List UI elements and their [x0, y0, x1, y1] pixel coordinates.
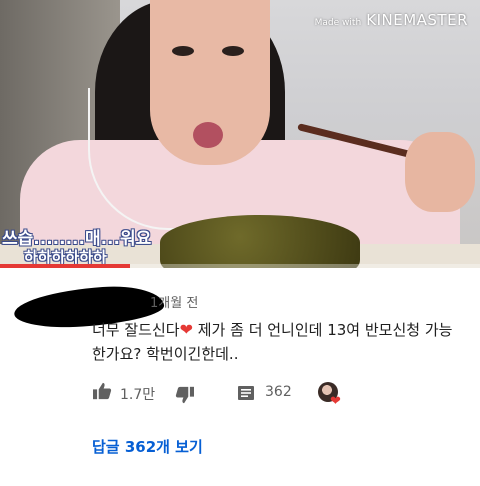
video-player[interactable]: Made with KINEMASTER 쓰습........매...워요 하하… — [0, 0, 480, 268]
heart-emoji-icon: ❤ — [179, 320, 193, 339]
like-count: 1.7만 — [120, 387, 156, 403]
creator-heart-icon: ❤ — [330, 394, 341, 409]
comment-item: 1개월 전 너무 잘드신다❤ 제가 좀 더 언니인데 13여 반모신청 가능한가… — [0, 268, 480, 486]
video-person-eye — [172, 46, 194, 56]
watermark-brand: KINEMASTER — [366, 11, 468, 29]
thumbs-down-icon[interactable] — [175, 386, 195, 404]
comment-text: 너무 잘드신다❤ 제가 좀 더 언니인데 13여 반모신청 가능한가요? 학번이… — [92, 318, 464, 366]
comment-icon[interactable] — [238, 386, 254, 400]
video-person-eye — [222, 46, 244, 56]
thumbs-up-icon[interactable] — [92, 382, 112, 400]
comment-text-part1: 너무 잘드신다 — [92, 321, 180, 339]
reply-count: 362 — [265, 384, 292, 400]
watermark-prefix: Made with — [314, 18, 362, 28]
comment-timestamp: 1개월 전 — [150, 296, 199, 311]
kinemaster-watermark: Made with KINEMASTER — [315, 10, 468, 29]
food-bowl — [160, 215, 360, 268]
video-person-hand — [405, 132, 475, 212]
view-replies-link[interactable]: 답글 362개 보기 — [92, 436, 203, 457]
